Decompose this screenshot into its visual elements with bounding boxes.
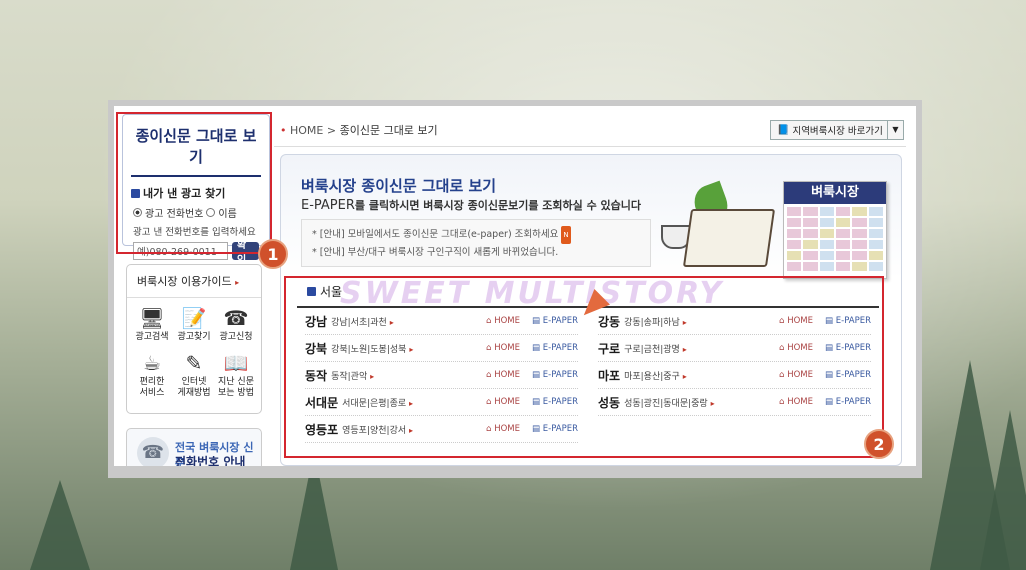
telephone-icon: ☎ xyxy=(137,437,169,466)
phone-line2: 전화번호 안내 xyxy=(175,455,246,466)
main-subtitle: E-PAPER를 클릭하시면 벼룩시장 종이신문보기를 조회하실 수 있습니다 xyxy=(301,198,642,213)
book-icon: 📘 xyxy=(777,124,790,136)
highlight-box-regions xyxy=(284,276,884,458)
phone-directory-box[interactable]: ☎ 전국 벼룩시장 신문 전화번호 안내 xyxy=(126,428,262,466)
main-title: 벼룩시장 종이신문 그대로 보기 xyxy=(301,177,497,195)
bullet-icon: • xyxy=(280,124,287,137)
guide-item-ad-find[interactable]: 📝 광고찾기 xyxy=(173,302,215,347)
breadcrumb-separator: > xyxy=(326,124,337,137)
tree-decoration xyxy=(980,410,1026,570)
screenshot-frame: 종이신문 그대로 보기 내가 낸 광고 찾기 광고 전화번호 이름 광고 낸 전… xyxy=(108,100,922,478)
guide-item-online[interactable]: ✎ 인터넷 게재방법 xyxy=(173,347,215,403)
phone-icon: ☎ xyxy=(223,306,249,330)
notice-mobile[interactable]: * [안내] 모바일에서도 종이신문 그대로(e-paper) 조회하세요 N xyxy=(312,226,640,244)
open-book-icon xyxy=(682,209,776,267)
guide-item-ad-search[interactable]: 🖥 광고검색 xyxy=(131,302,173,347)
highlight-box-search xyxy=(116,112,272,254)
chevron-down-icon: ▼ xyxy=(887,121,903,139)
computer-icon: 🖥 xyxy=(139,306,165,330)
guide-item-ad-apply[interactable]: ☎ 광고신청 xyxy=(215,302,257,347)
usage-guide-box: 벼룩시장 이용가이드 ▸ 🖥 광고검색 📝 광고찾기 ☎ 광고신청 ☕ 편리한 서비스 … xyxy=(126,264,262,414)
tree-decoration xyxy=(30,480,90,570)
newspaper-thumbnail[interactable]: 벼룩시장 xyxy=(783,181,887,279)
newspaper-grid xyxy=(784,204,886,274)
divider xyxy=(274,146,906,147)
new-badge-icon: N xyxy=(561,226,571,244)
guide-grid: 🖥 광고검색 📝 광고찾기 ☎ 광고신청 ☕ 편리한 서비스 ✎ 인터넷 게재방법 📖 지난… xyxy=(127,298,261,406)
book-icon: 📖 xyxy=(223,350,249,375)
guide-item-past-paper[interactable]: 📖 지난 신문 보는 방법 xyxy=(215,347,257,403)
region-dropdown[interactable]: 📘 지역벼룩시장 바로가기 ▼ xyxy=(770,120,904,140)
breadcrumb: • HOME > 종이신문 그대로 보기 xyxy=(280,122,438,138)
memo-icon: 📝 xyxy=(181,306,207,330)
pencil-icon: ✎ xyxy=(185,350,203,375)
coffee-icon: ☕ xyxy=(143,350,161,375)
callout-one: 1 xyxy=(258,239,288,269)
region-dropdown-label: 지역벼룩시장 바로가기 xyxy=(792,126,883,137)
notice-box: * [안내] 모바일에서도 종이신문 그대로(e-paper) 조회하세요 N … xyxy=(301,219,651,267)
breadcrumb-current: 종이신문 그대로 보기 xyxy=(339,124,438,137)
notice-busan-daegu[interactable]: * [안내] 부산/대구 벼룩시장 구인구직이 새롭게 바뀌었습니다. xyxy=(312,244,640,262)
newspaper-title: 벼룩시장 xyxy=(784,182,886,204)
usage-guide-title[interactable]: 벼룩시장 이용가이드 ▸ xyxy=(127,265,261,298)
breadcrumb-home[interactable]: HOME xyxy=(290,124,323,137)
arrow-right-icon: ▸ xyxy=(235,278,240,287)
callout-two: 2 xyxy=(864,429,894,459)
guide-item-service[interactable]: ☕ 편리한 서비스 xyxy=(131,347,173,403)
